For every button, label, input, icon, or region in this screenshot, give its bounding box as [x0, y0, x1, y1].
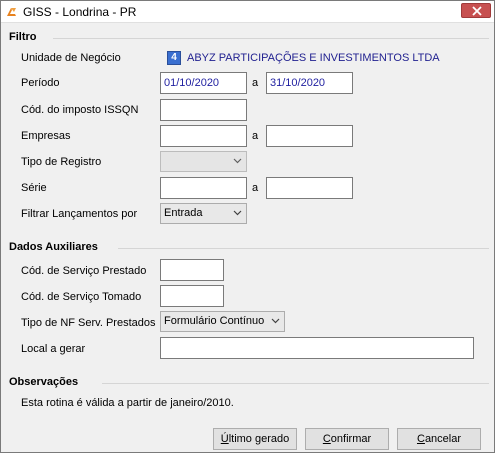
filtro-group-divider	[53, 38, 489, 39]
servico-tomado-label: Cód. de Serviço Tomado	[21, 291, 142, 303]
chevron-down-icon	[233, 210, 242, 216]
empresas-start-field[interactable]	[160, 125, 247, 147]
confirmar-button[interactable]: Confirmar	[305, 428, 389, 450]
chevron-down-icon	[271, 318, 280, 324]
filtro-group-title: Filtro	[9, 31, 37, 43]
empresas-separator: a	[252, 130, 259, 142]
servico-prestado-field[interactable]	[160, 259, 224, 281]
unidade-name: ABYZ PARTICIPAÇÕES E INVESTIMENTOS LTDA	[187, 52, 440, 64]
servico-tomado-field[interactable]	[160, 285, 224, 307]
app-icon	[5, 5, 18, 18]
cod-imposto-field[interactable]	[160, 99, 247, 121]
filtrar-select[interactable]: Entrada	[160, 203, 247, 224]
local-field[interactable]	[160, 337, 474, 359]
local-label: Local a gerar	[21, 343, 86, 355]
close-icon	[472, 6, 482, 16]
confirmar-mnemonic: C	[322, 433, 331, 445]
tipo-registro-label: Tipo de Registro	[21, 156, 102, 168]
periodo-start-field[interactable]: 01/10/2020	[160, 72, 247, 94]
confirmar-label: onfirmar	[330, 433, 372, 445]
cancelar-label: ancelar	[424, 433, 462, 445]
ultimo-gerado-mnemonic: Ú	[220, 433, 229, 445]
unidade-code-input[interactable]: 4	[167, 51, 181, 65]
cancelar-button[interactable]: Cancelar	[397, 428, 481, 450]
close-button[interactable]	[461, 3, 491, 18]
serie-end-field[interactable]	[266, 177, 353, 199]
ultimo-gerado-button[interactable]: Último gerado	[213, 428, 297, 450]
observacoes-group-divider	[102, 383, 489, 384]
giss-dialog-window: GISS - Londrina - PR Filtro Unidade de N…	[0, 0, 495, 453]
empresas-end-field[interactable]	[266, 125, 353, 147]
tipo-nf-value: Formulário Contínuo	[164, 315, 265, 327]
filtrar-value: Entrada	[164, 207, 203, 219]
unidade-label: Unidade de Negócio	[21, 52, 121, 64]
serie-start-field[interactable]	[160, 177, 247, 199]
tipo-registro-select[interactable]	[160, 151, 247, 172]
cancelar-mnemonic: C	[416, 433, 425, 445]
title-bar: GISS - Londrina - PR	[1, 1, 494, 23]
periodo-end-field[interactable]: 31/10/2020	[266, 72, 353, 94]
serie-label: Série	[21, 182, 47, 194]
tipo-nf-label: Tipo de NF Serv. Prestados	[21, 317, 156, 329]
window-title: GISS - Londrina - PR	[23, 5, 137, 19]
tipo-nf-select[interactable]: Formulário Contínuo	[160, 311, 285, 332]
cod-imposto-label: Cód. do imposto ISSQN	[21, 104, 139, 116]
dados-group-title: Dados Auxiliares	[9, 241, 98, 253]
observacoes-group-title: Observações	[9, 376, 79, 388]
serie-separator: a	[252, 182, 259, 194]
empresas-label: Empresas	[21, 130, 71, 142]
chevron-down-icon	[233, 158, 242, 164]
dados-group-divider	[118, 248, 489, 249]
filtrar-label: Filtrar Lançamentos por	[21, 208, 138, 220]
ultimo-gerado-label: ltimo gerado	[228, 433, 290, 445]
periodo-label: Período	[21, 77, 60, 89]
servico-prestado-label: Cód. de Serviço Prestado	[21, 265, 147, 277]
periodo-separator: a	[252, 77, 259, 89]
observacoes-text: Esta rotina é válida a partir de janeiro…	[21, 397, 234, 409]
